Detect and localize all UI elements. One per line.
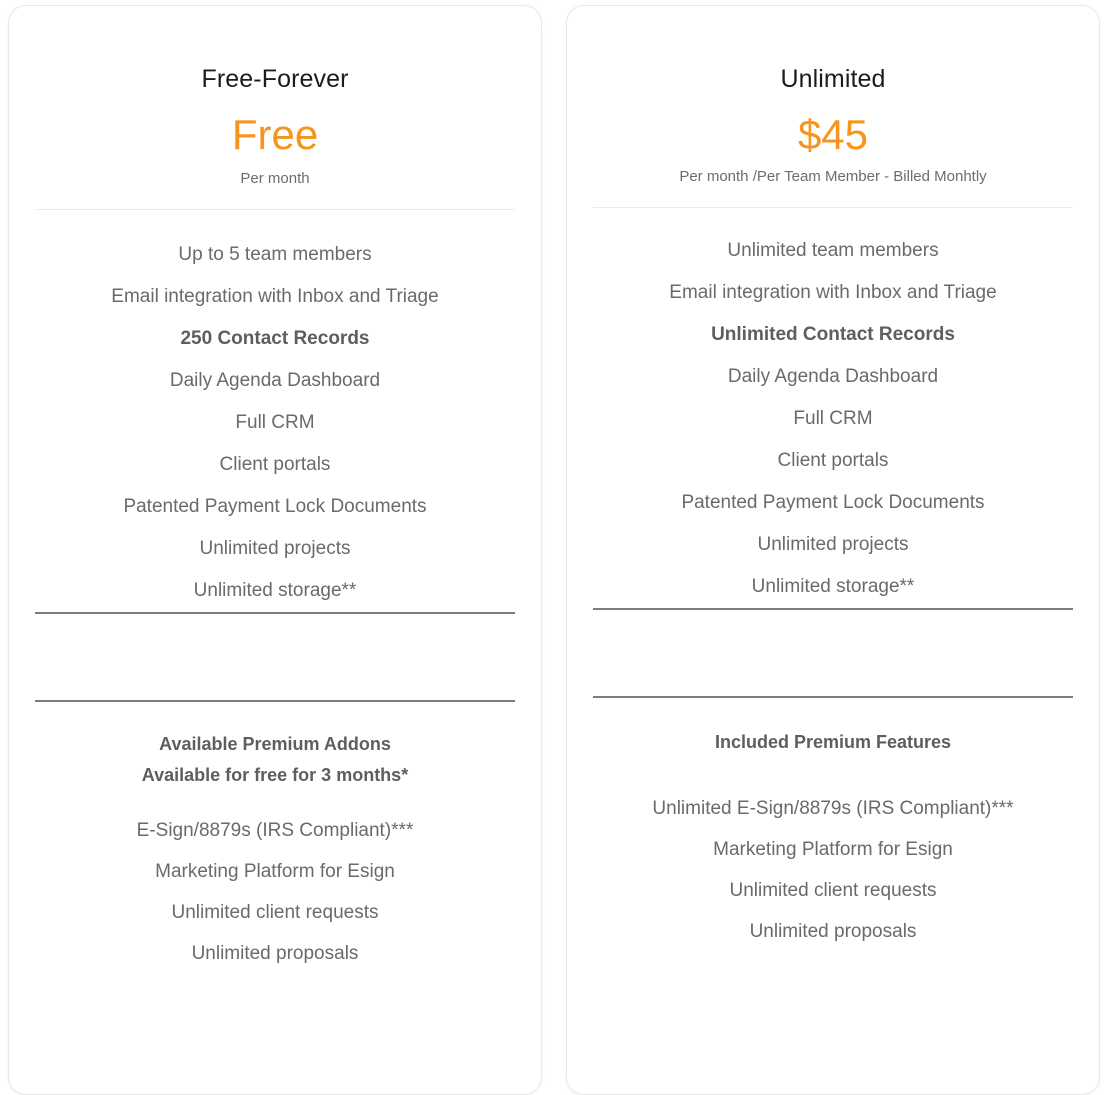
- addon-item: Marketing Platform for Esign: [155, 860, 395, 882]
- feature-item: Unlimited storage**: [751, 576, 915, 598]
- addon-item: Unlimited proposals: [749, 921, 917, 943]
- pricing-card-free-forever[interactable]: Free-Forever Free Per month Up to 5 team…: [8, 5, 542, 1095]
- addon-item: Unlimited E-Sign/8879s (IRS Compliant)**…: [652, 798, 1014, 820]
- feature-item: Full CRM: [793, 408, 873, 430]
- addon-item: Unlimited client requests: [171, 901, 379, 923]
- pricing-plans-container: Free-Forever Free Per month Up to 5 team…: [0, 0, 1108, 1095]
- addon-item: E-Sign/8879s (IRS Compliant)***: [136, 819, 414, 841]
- feature-list: Up to 5 team members Email integration w…: [25, 210, 525, 612]
- plan-billing-period: Per month: [240, 169, 310, 187]
- feature-item: Patented Payment Lock Documents: [681, 492, 985, 514]
- addon-item: Marketing Platform for Esign: [713, 839, 953, 861]
- plan-header: Free-Forever Free Per month: [25, 6, 525, 188]
- feature-item: Full CRM: [235, 412, 315, 434]
- empty-spacer: [583, 610, 1083, 696]
- plan-price: $45: [797, 110, 869, 158]
- feature-item-highlight: Unlimited Contact Records: [711, 324, 955, 346]
- feature-item-highlight: 250 Contact Records: [180, 328, 370, 350]
- addon-item: Unlimited proposals: [191, 942, 359, 964]
- feature-item: Email integration with Inbox and Triage: [111, 286, 439, 308]
- addons-list: E-Sign/8879s (IRS Compliant)*** Marketin…: [25, 792, 525, 974]
- addon-item: Unlimited client requests: [729, 880, 937, 902]
- plan-price: Free: [231, 110, 319, 158]
- feature-list: Unlimited team members Email integration…: [583, 208, 1083, 608]
- addons-title-line-2: Available for free for 3 months*: [141, 765, 409, 786]
- plan-header: Unlimited $45 Per month /Per Team Member…: [583, 6, 1083, 186]
- empty-spacer: [25, 614, 525, 700]
- feature-item: Email integration with Inbox and Triage: [669, 282, 997, 304]
- pricing-card-unlimited[interactable]: Unlimited $45 Per month /Per Team Member…: [566, 5, 1100, 1095]
- addons-title-line-1: Available Premium Addons: [159, 733, 391, 754]
- addons-section: Included Premium Features Unlimited E-Si…: [583, 698, 1083, 953]
- feature-item: Unlimited projects: [757, 534, 909, 556]
- feature-item: Unlimited projects: [199, 538, 351, 560]
- feature-item: Unlimited storage**: [193, 580, 357, 602]
- feature-item: Unlimited team members: [727, 240, 939, 262]
- plan-title: Unlimited: [780, 65, 886, 93]
- plan-billing-period: Per month /Per Team Member - Billed Monh…: [679, 167, 987, 185]
- addons-list: Unlimited E-Sign/8879s (IRS Compliant)**…: [583, 758, 1083, 952]
- addons-title-line-1: Included Premium Features: [714, 731, 952, 752]
- feature-item: Up to 5 team members: [178, 244, 372, 266]
- feature-item: Daily Agenda Dashboard: [169, 370, 381, 392]
- plan-title: Free-Forever: [201, 65, 349, 93]
- feature-item: Client portals: [219, 454, 331, 476]
- feature-item: Client portals: [777, 450, 889, 472]
- addons-section: Available Premium Addons Available for f…: [25, 702, 525, 974]
- feature-item: Daily Agenda Dashboard: [727, 366, 939, 388]
- feature-item: Patented Payment Lock Documents: [123, 496, 427, 518]
